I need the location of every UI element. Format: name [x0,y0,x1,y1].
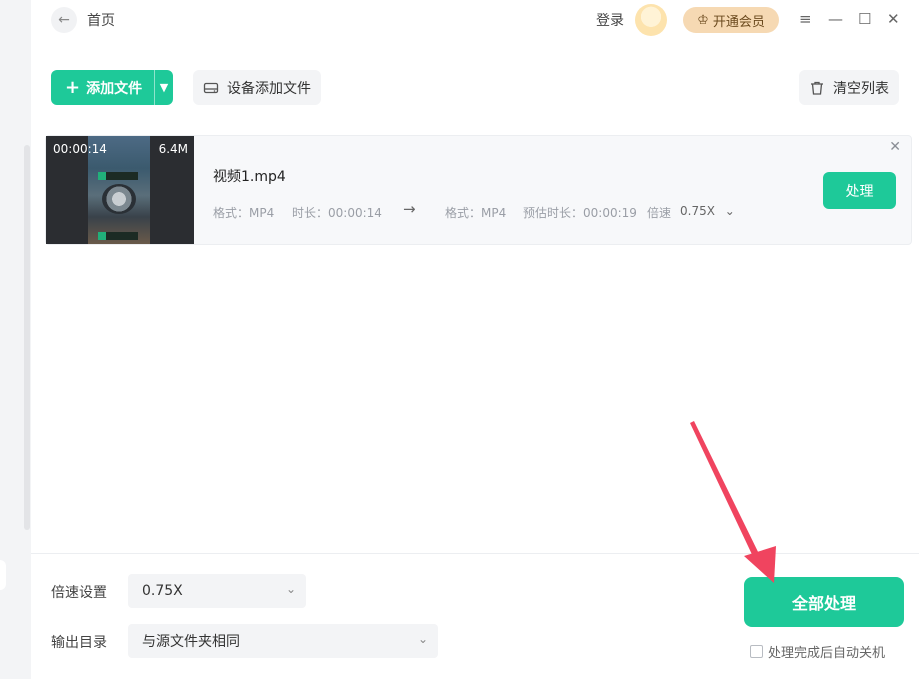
source-duration: 时长：00:00:14 [292,206,382,220]
speed-dropdown[interactable]: 0.75X ⌄ [680,204,735,218]
remove-file-icon[interactable]: ✕ [889,139,901,155]
back-button[interactable]: ← [51,7,77,33]
page-title: 首页 [87,13,115,29]
process-all-button[interactable]: 全部处理 [744,577,904,627]
arrow-right-icon: → [403,200,416,218]
watermark-logo [98,172,138,180]
speed-setting-select[interactable]: 0.75X ⌄ [128,574,306,608]
file-list-item: 00:00:14 6.4M 视频1.mp4 格式：MP4 时长：00:00:14… [45,135,912,245]
plus-icon: + [65,77,81,98]
footer-divider [31,553,919,554]
trash-icon [811,81,823,95]
file-name: 视频1.mp4 [213,169,286,185]
thumbnail-size: 6.4M [158,142,188,156]
auto-shutdown-label: 处理完成后自动关机 [768,646,886,661]
add-file-label: 添加文件 [86,80,143,97]
watermark-logo [98,232,138,240]
process-button[interactable]: 处理 [823,172,896,209]
sidebar-scrollbar[interactable] [24,145,30,530]
vip-button-label: 开通会员 [712,14,765,30]
add-file-button[interactable]: + 添加文件 ▼ [51,70,173,105]
maximize-icon[interactable]: ☐ [858,9,871,29]
crown-icon: ♔ [697,12,709,28]
chevron-down-icon: ⌄ [285,582,296,596]
chevron-down-icon: ⌄ [724,204,735,218]
output-dir-label: 输出目录 [51,635,107,651]
chevron-down-icon[interactable]: ▼ [155,81,173,94]
close-icon[interactable]: ✕ [887,9,900,29]
vip-button[interactable]: ♔ 开通会员 [683,7,779,33]
checkbox-box[interactable] [750,645,763,658]
video-thumbnail: 00:00:14 6.4M [46,136,194,244]
speed-setting-value: 0.75X [142,583,183,599]
output-format: 格式：MP4 [445,206,507,220]
device-add-file-label: 设备添加文件 [227,80,311,97]
speed-value: 0.75X [680,204,715,218]
machine-part-image [102,184,136,214]
clear-list-label: 清空列表 [833,80,889,97]
sidebar-toggle-handle[interactable] [0,560,6,590]
speed-setting-label: 倍速设置 [51,585,107,601]
speed-label: 倍速 [647,206,672,220]
thumbnail-duration: 00:00:14 [53,142,107,156]
device-add-file-button[interactable]: 设备添加文件 [193,70,321,105]
login-link[interactable]: 登录 [596,10,624,30]
left-sidebar-rail [0,0,31,679]
estimated-duration: 预估时长：00:00:19 [523,206,637,220]
output-dir-select[interactable]: 与源文件夹相同 ⌄ [128,624,438,658]
chevron-down-icon: ⌄ [417,632,428,646]
source-format: 格式：MP4 [213,206,275,220]
arrow-left-icon: ← [58,12,70,28]
menu-icon[interactable]: ≡ [799,9,812,29]
minimize-icon[interactable]: — [828,9,843,29]
hard-drive-icon [203,82,219,93]
avatar[interactable] [635,4,667,36]
output-dir-value: 与源文件夹相同 [142,634,240,650]
auto-shutdown-checkbox[interactable]: 处理完成后自动关机 [750,642,885,661]
clear-list-button[interactable]: 清空列表 [799,70,899,105]
